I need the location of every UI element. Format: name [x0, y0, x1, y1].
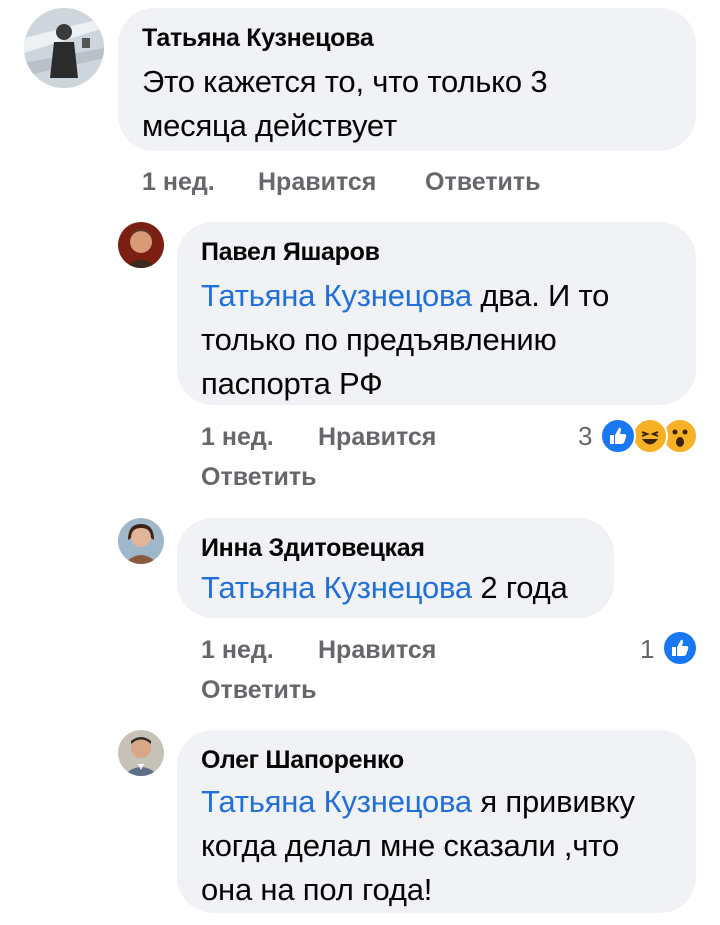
mention-link[interactable]: Татьяна Кузнецова: [201, 278, 472, 313]
avatar[interactable]: [118, 222, 164, 268]
comment-text: Татьяна Кузнецова два. И то только по пр…: [201, 274, 609, 406]
comment-text-line: два. И то: [471, 278, 610, 313]
avatar-photo: [118, 730, 164, 776]
avatar-photo: [118, 518, 164, 564]
comment-text-line: когда делал мне сказали ,что: [201, 828, 619, 863]
like-link[interactable]: Нравится: [318, 636, 436, 665]
comment-text: Это кажется то, что только 3 месяца дейс…: [142, 60, 548, 148]
comment-text-line: месяца действует: [142, 108, 397, 143]
reply-link[interactable]: Ответить: [201, 676, 317, 705]
comment-text: Татьяна Кузнецова я прививку когда делал…: [201, 780, 635, 912]
avatar-photo: [118, 222, 164, 268]
comment-bubble: Павел Яшаров Татьяна Кузнецова два. И то…: [177, 222, 696, 405]
like-link[interactable]: Нравится: [318, 423, 436, 452]
comment-text-line: 2 года: [471, 570, 568, 605]
comment-text-line: Это кажется то, что только 3: [142, 64, 548, 99]
comment-text-line: только по предъявлению: [201, 322, 557, 357]
comment-text-line: паспорта РФ: [201, 366, 383, 401]
reaction-count[interactable]: 1: [640, 634, 654, 665]
reaction-count[interactable]: 3: [578, 421, 592, 452]
comment-bubble: Татьяна Кузнецова Это кажется то, что то…: [118, 8, 696, 151]
like-icon[interactable]: [662, 630, 698, 666]
like-icon[interactable]: [600, 418, 636, 454]
comment-author[interactable]: Олег Шапоренко: [201, 746, 404, 775]
avatar[interactable]: [24, 8, 104, 88]
comment-author[interactable]: Павел Яшаров: [201, 238, 380, 267]
mention-link[interactable]: Татьяна Кузнецова: [201, 570, 472, 605]
avatar[interactable]: [118, 730, 164, 776]
like-link[interactable]: Нравится: [258, 168, 376, 197]
comment-text-line: я прививку: [471, 784, 635, 819]
comment-time[interactable]: 1 нед.: [201, 636, 274, 665]
comment-time[interactable]: 1 нед.: [142, 168, 215, 197]
haha-icon[interactable]: [632, 418, 668, 454]
comment-time[interactable]: 1 нед.: [201, 423, 274, 452]
comment-bubble: Олег Шапоренко Татьяна Кузнецова я приви…: [177, 730, 696, 913]
comment-author[interactable]: Татьяна Кузнецова: [142, 24, 374, 53]
comment-text: Татьяна Кузнецова 2 года: [201, 566, 568, 610]
reply-link[interactable]: Ответить: [425, 168, 541, 197]
avatar[interactable]: [118, 518, 164, 564]
comment-text-line: она на пол года!: [201, 872, 433, 907]
comment-bubble: Инна Здитовецкая Татьяна Кузнецова 2 год…: [177, 518, 614, 618]
mention-link[interactable]: Татьяна Кузнецова: [201, 784, 472, 819]
avatar-photo: [24, 8, 104, 88]
reply-link[interactable]: Ответить: [201, 463, 317, 492]
comment-author[interactable]: Инна Здитовецкая: [201, 534, 425, 563]
